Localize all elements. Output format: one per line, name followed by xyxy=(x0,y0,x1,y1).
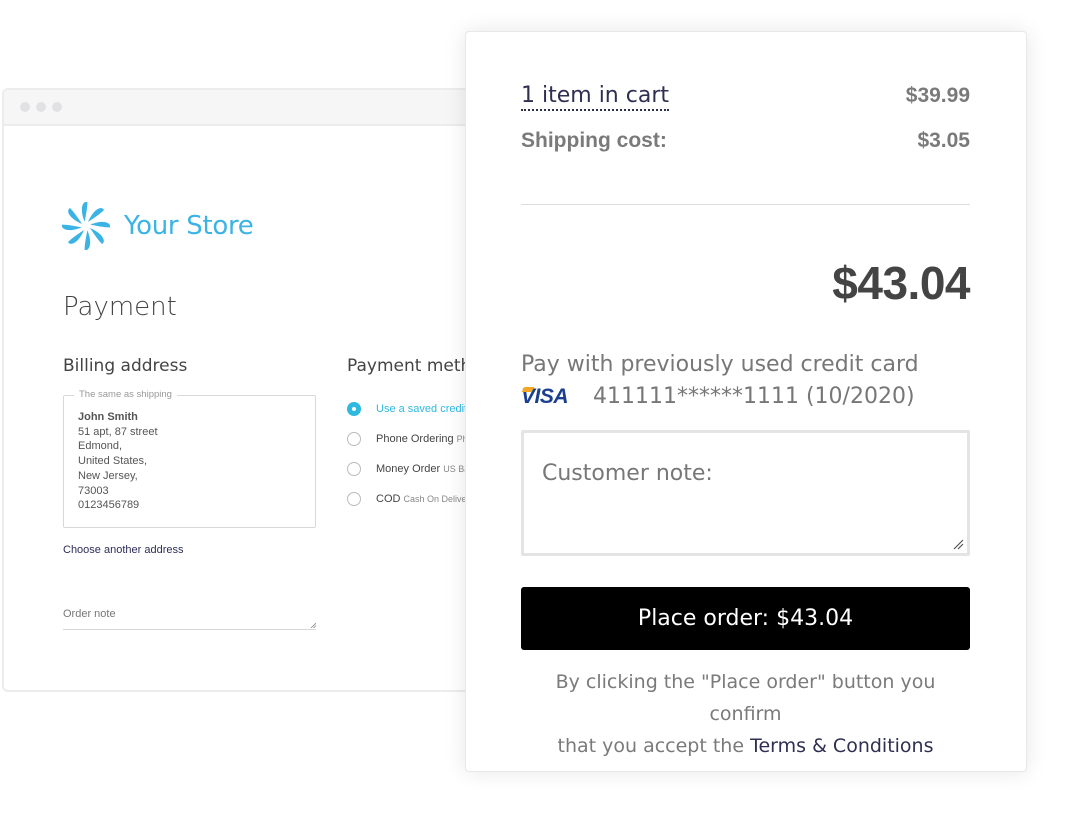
window-minimize-dot[interactable] xyxy=(36,102,46,112)
window-close-dot[interactable] xyxy=(20,102,30,112)
payment-option-label: Money Order xyxy=(376,463,441,475)
choose-another-address-link[interactable]: Choose another address xyxy=(63,544,183,556)
address-line: United States, xyxy=(78,455,148,468)
radio-unchecked-icon[interactable] xyxy=(347,462,361,476)
order-note-placeholder: Order note xyxy=(63,608,116,620)
cart-row: 1 item in cart $39.99 xyxy=(521,83,970,111)
resize-handle-icon[interactable] xyxy=(953,539,964,550)
resize-handle-icon[interactable] xyxy=(310,622,316,628)
order-summary-card: 1 item in cart $39.99 Shipping cost: $3.… xyxy=(465,31,1027,772)
shipping-cost: $3.05 xyxy=(917,129,970,152)
payment-method-heading: Payment meth xyxy=(347,356,472,376)
payment-option-label: COD xyxy=(376,493,401,505)
billing-address-box: The same as shipping John Smith 51 apt, … xyxy=(63,389,316,528)
visa-logo-icon: VISA xyxy=(521,385,579,409)
terms-text-line1: By clicking the "Place order" button you… xyxy=(555,671,936,725)
payment-option-saved-card[interactable]: Use a saved credit xyxy=(347,394,469,424)
address-line: 51 apt, 87 street xyxy=(78,425,158,438)
window-titlebar xyxy=(4,90,480,126)
place-order-button[interactable]: Place order: $43.04 xyxy=(521,587,970,650)
summary-divider xyxy=(521,204,970,205)
store-name: Your Store xyxy=(124,211,254,241)
terms-notice: By clicking the "Place order" button you… xyxy=(521,666,970,762)
address-line: 73003 xyxy=(78,484,109,497)
customer-note-textarea[interactable]: Customer note: xyxy=(521,430,970,556)
payment-option-sub: Cash On Deliver xyxy=(403,494,470,504)
saved-card[interactable]: VISA 411111******1111 (10/2020) xyxy=(521,384,915,409)
checkout-window: Your Store Payment Billing address The s… xyxy=(2,88,482,692)
page-title: Payment xyxy=(63,292,177,322)
terms-text-line2: that you accept the Terms & Conditions xyxy=(521,730,970,762)
window-maximize-dot[interactable] xyxy=(52,102,62,112)
store-logo[interactable]: Your Store xyxy=(62,202,254,250)
pinwheel-logo-icon xyxy=(62,202,110,250)
address-name: John Smith xyxy=(78,411,138,423)
terms-text-prefix: that you accept the xyxy=(557,735,751,757)
payment-option-money-order[interactable]: Money Order US Ba xyxy=(347,454,469,484)
address-legend: The same as shipping xyxy=(74,389,177,400)
order-note-input[interactable]: Order note xyxy=(63,608,316,630)
shipping-row: Shipping cost: $3.05 xyxy=(521,129,970,153)
radio-unchecked-icon[interactable] xyxy=(347,432,361,446)
radio-unchecked-icon[interactable] xyxy=(347,492,361,506)
payment-option-phone-ordering[interactable]: Phone Ordering Ph xyxy=(347,424,469,454)
payment-option-cod[interactable]: COD Cash On Deliver xyxy=(347,484,469,514)
address-line: New Jersey, xyxy=(78,469,138,482)
address-line: 0123456789 xyxy=(78,499,140,512)
customer-note-placeholder: Customer note: xyxy=(542,461,713,486)
payment-option-label: Phone Ordering xyxy=(376,433,454,445)
cart-items-link[interactable]: 1 item in cart xyxy=(521,83,669,111)
order-total: $43.04 xyxy=(832,257,970,309)
shipping-label: Shipping cost: xyxy=(521,129,667,152)
payment-option-label: Use a saved credit xyxy=(376,403,468,415)
payment-method-list: Use a saved credit Phone Ordering Ph Mon… xyxy=(347,394,469,514)
terms-conditions-link[interactable]: Terms & Conditions xyxy=(750,735,933,757)
card-number: 411111******1111 (10/2020) xyxy=(593,384,915,409)
pay-with-label: Pay with previously used credit card xyxy=(521,352,919,377)
billing-address-heading: Billing address xyxy=(63,356,188,376)
address-line: Edmond, xyxy=(78,440,123,453)
radio-checked-icon[interactable] xyxy=(347,402,361,416)
cart-subtotal: $39.99 xyxy=(905,84,970,107)
